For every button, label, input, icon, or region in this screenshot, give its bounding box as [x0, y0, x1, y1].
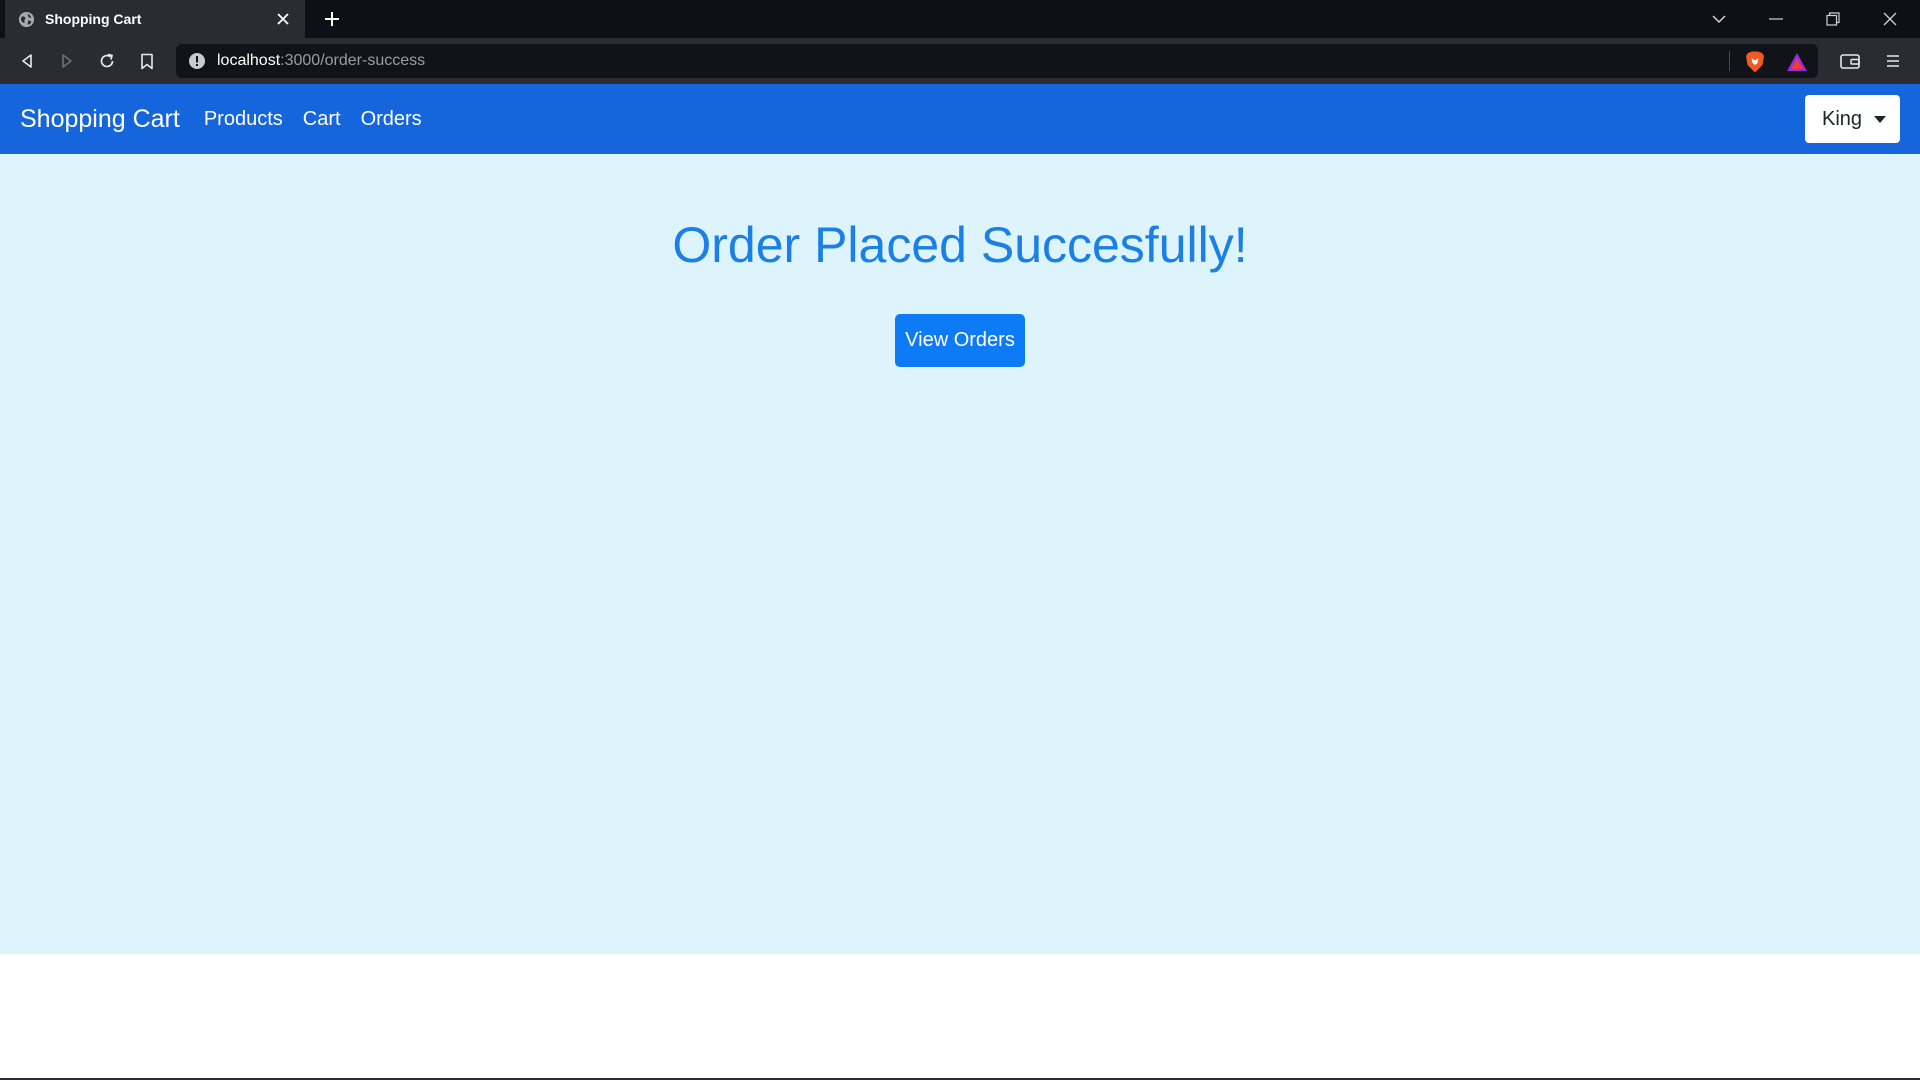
- forward-icon[interactable]: [54, 48, 80, 74]
- address-bar-divider: [1729, 51, 1730, 71]
- nav-link-cart[interactable]: Cart: [293, 108, 351, 131]
- browser-tabstrip: Shopping Cart: [0, 0, 1920, 38]
- back-icon[interactable]: [14, 48, 40, 74]
- user-name: King: [1822, 107, 1863, 130]
- url-host: localhost: [217, 52, 281, 69]
- site-info-icon[interactable]: [187, 51, 207, 71]
- minimize-icon[interactable]: [1762, 6, 1790, 32]
- nav-links: Products Cart Orders: [194, 108, 432, 131]
- user-dropdown-button[interactable]: King: [1805, 95, 1900, 143]
- new-tab-icon[interactable]: [319, 7, 345, 31]
- wallet-icon[interactable]: [1837, 48, 1863, 74]
- url-text: localhost:3000/order-success: [217, 52, 425, 70]
- app-navbar: Shopping Cart Products Cart Orders King: [0, 84, 1920, 154]
- browser-toolbar: localhost:3000/order-success: [0, 38, 1920, 84]
- navbar-brand[interactable]: Shopping Cart: [20, 105, 180, 134]
- close-window-icon[interactable]: [1876, 6, 1904, 32]
- tab-title: Shopping Cart: [45, 11, 142, 27]
- close-tab-icon[interactable]: [273, 9, 293, 29]
- view-orders-button[interactable]: View Orders: [895, 314, 1025, 367]
- browser-tab[interactable]: Shopping Cart: [5, 0, 305, 38]
- nav-link-orders[interactable]: Orders: [351, 108, 432, 131]
- address-bar[interactable]: localhost:3000/order-success: [176, 44, 1818, 78]
- brave-shield-icon[interactable]: [1743, 50, 1767, 74]
- reload-icon[interactable]: [94, 48, 120, 74]
- bookmark-icon[interactable]: [134, 48, 160, 74]
- brave-rewards-icon[interactable]: [1785, 50, 1809, 74]
- main-content: Order Placed Succesfully! View Orders: [0, 154, 1920, 954]
- restore-icon[interactable]: [1819, 6, 1847, 32]
- url-path: :3000/order-success: [280, 52, 426, 69]
- order-success-heading: Order Placed Succesfully!: [672, 217, 1248, 273]
- tab-search-chevron-icon[interactable]: [1705, 6, 1733, 32]
- caret-down-icon: [1874, 115, 1887, 123]
- nav-link-products[interactable]: Products: [194, 108, 293, 131]
- menu-icon[interactable]: [1880, 48, 1906, 74]
- globe-icon: [17, 10, 35, 28]
- page-blank-area: [0, 954, 1920, 1078]
